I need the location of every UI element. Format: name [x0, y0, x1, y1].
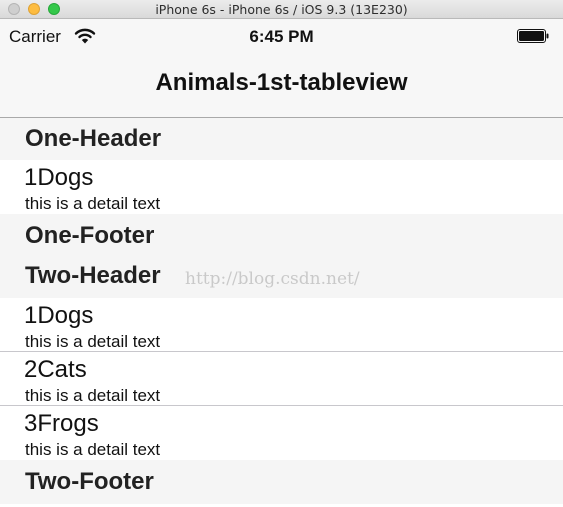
table-row[interactable]: 1Dogs this is a detail text: [0, 298, 563, 352]
table-row[interactable]: 2Cats this is a detail text: [0, 352, 563, 406]
section-footer-two: Two-Footer: [0, 460, 563, 504]
clock-label: 6:45 PM: [249, 27, 314, 46]
table-view[interactable]: One-Header 1Dogs this is a detail text O…: [0, 118, 563, 504]
battery-icon: [517, 29, 549, 43]
table-row[interactable]: 3Frogs this is a detail text: [0, 406, 563, 460]
table-row[interactable]: 1Dogs this is a detail text: [0, 160, 563, 214]
row-title: 2Cats: [24, 356, 87, 383]
row-title: 1Dogs: [24, 164, 94, 191]
navigation-bar: Animals-1st-tableview: [0, 54, 563, 118]
row-detail: this is a detail text: [25, 440, 161, 459]
row-detail: this is a detail text: [25, 386, 161, 405]
nav-title: Animals-1st-tableview: [155, 69, 408, 96]
row-title: 1Dogs: [24, 302, 94, 329]
row-detail: this is a detail text: [25, 194, 161, 213]
window-title: iPhone 6s - iPhone 6s / iOS 9.3 (13E230): [155, 2, 408, 17]
status-bar: Carrier 6:45 PM: [0, 19, 563, 54]
watermark: http://blog.csdn.net/: [185, 269, 360, 289]
simulator-titlebar: iPhone 6s - iPhone 6s / iOS 9.3 (13E230): [0, 0, 563, 19]
row-detail: this is a detail text: [25, 332, 161, 351]
section-footer-one: One-Footer: [0, 214, 563, 256]
section-header-one: One-Header: [0, 118, 563, 160]
row-title: 3Frogs: [24, 410, 99, 437]
